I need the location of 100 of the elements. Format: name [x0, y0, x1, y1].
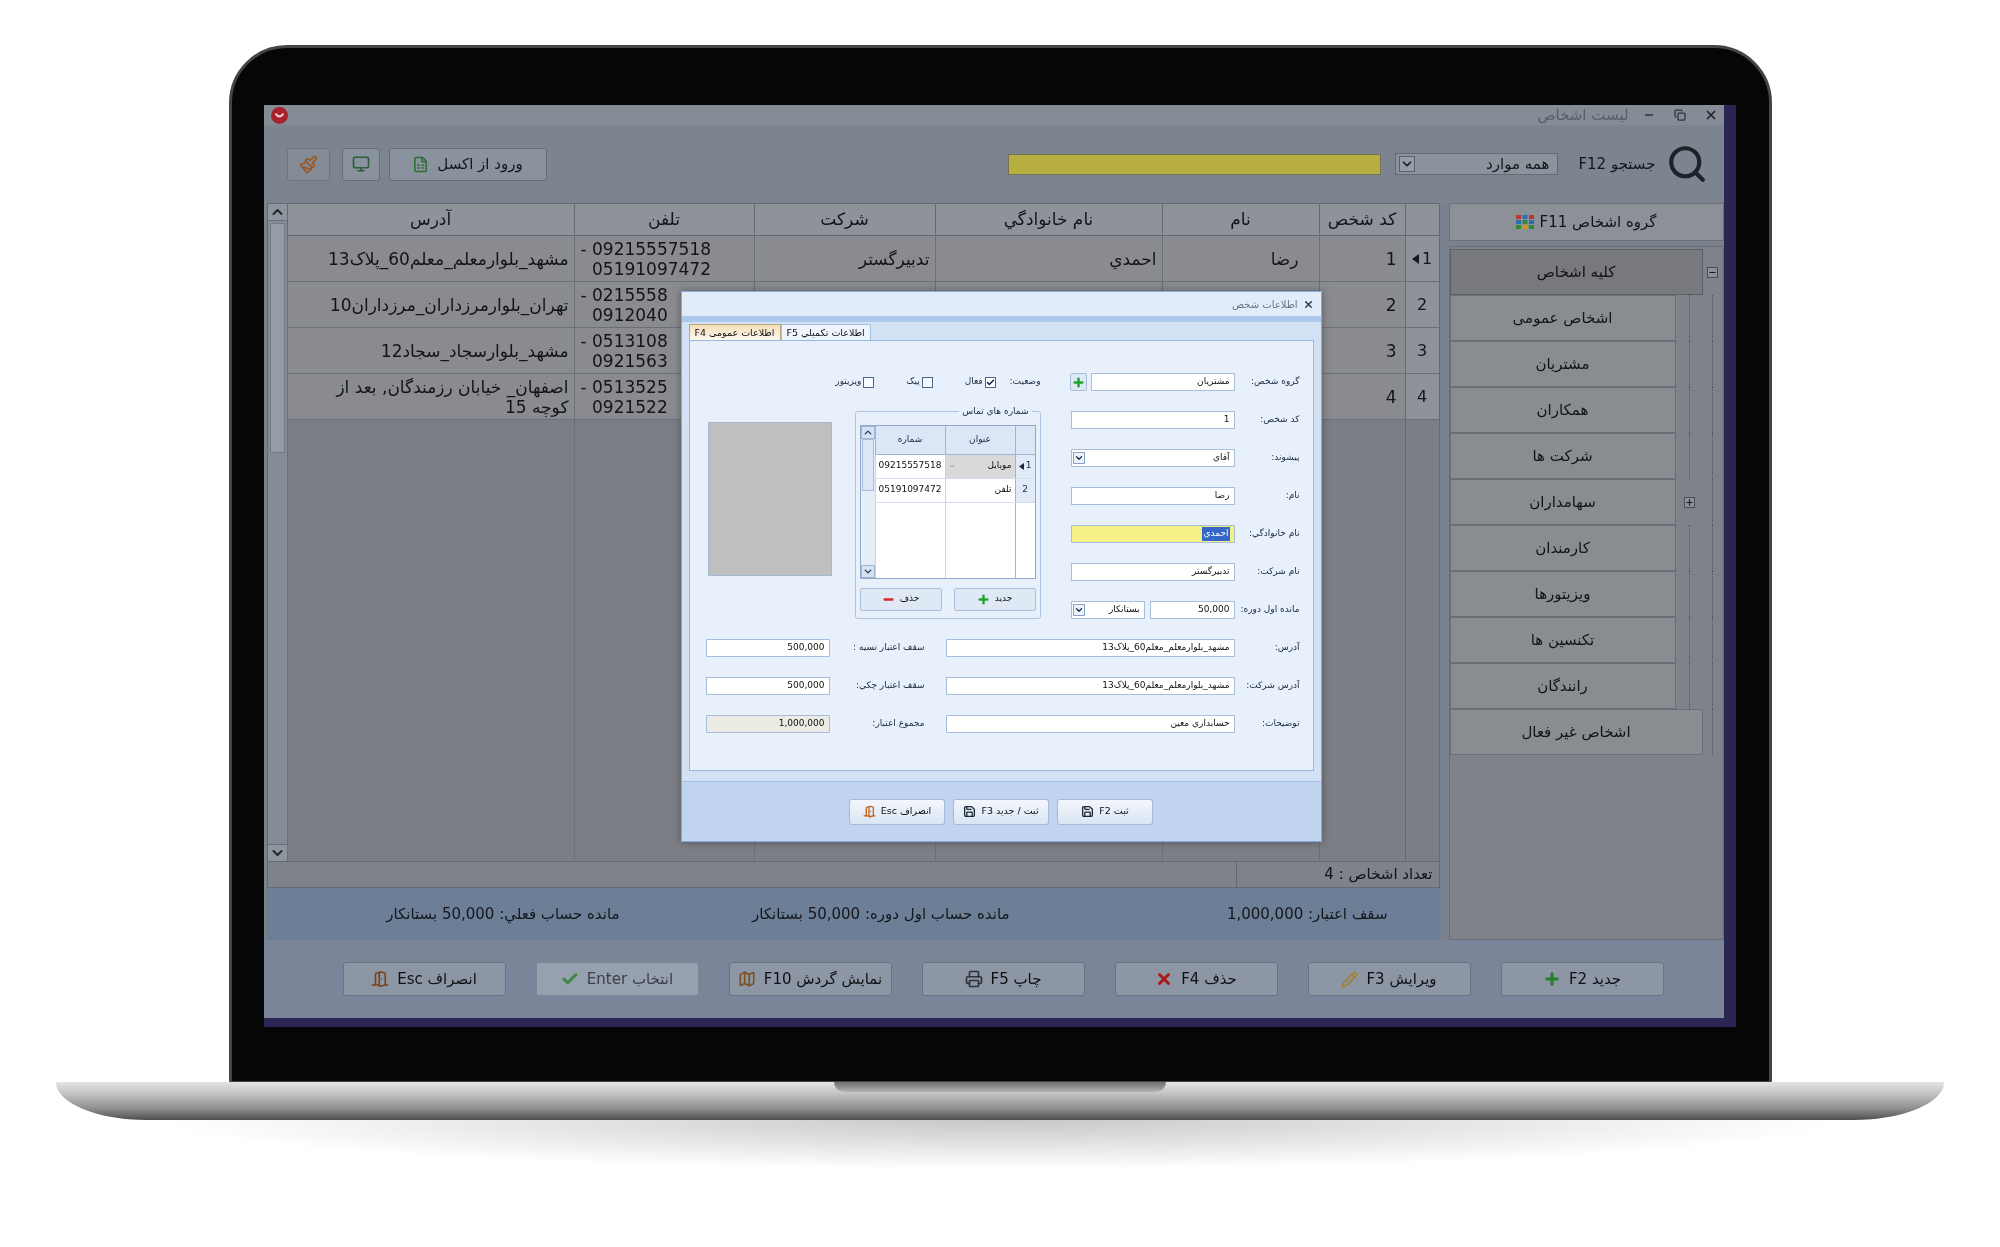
paintbrush-icon [298, 154, 318, 174]
input-field[interactable]: تدبيرگستر [1070, 563, 1235, 581]
summary-text: مانده حساب فعلي: 50,000 بستانکار [386, 903, 620, 926]
row-selector[interactable]: 2 [1014, 478, 1035, 502]
tree-item[interactable]: سهامداران [1449, 479, 1676, 525]
add-button[interactable]: جديد [953, 587, 1036, 611]
summary-text: مانده حساب اول دوره: 50,000 بستانکار [751, 903, 1010, 925]
tab[interactable]: اطلاعات تکميلي F5 [780, 324, 871, 340]
input-field[interactable]: رضا [1070, 487, 1235, 505]
new-button[interactable]: جديد F2 [1500, 962, 1664, 996]
column-header[interactable]: عنوان [944, 425, 1015, 454]
tree-item[interactable]: ويزيتورها [1449, 571, 1676, 617]
save-new-button[interactable]: ثبت / جديد F3 [953, 798, 1049, 825]
row-selector[interactable]: 4 [1404, 374, 1439, 419]
input-field[interactable]: مشتريان [1090, 373, 1235, 391]
dropdown[interactable]: بستانکار [1070, 601, 1145, 619]
field-label: مانده اول دوره: [1240, 603, 1300, 617]
add-button[interactable] [1069, 373, 1087, 391]
tree-item[interactable]: همکاران [1449, 387, 1676, 433]
tree-item[interactable]: رانندگان [1449, 663, 1676, 709]
scrollbar[interactable] [267, 204, 287, 861]
field-label: نام: [1285, 489, 1300, 503]
edit-button[interactable]: ويرايش F3 [1307, 962, 1471, 996]
row-selector[interactable]: 2 [1404, 282, 1439, 327]
input-field[interactable]: 50,000 [1149, 601, 1235, 619]
input-field[interactable]: احمدي [1070, 525, 1235, 543]
field-label: آدرس: [1274, 641, 1300, 655]
field-label: سقف اعتبار چکي: [855, 679, 925, 693]
print-button[interactable]: چاپ F5 [921, 962, 1085, 996]
plus-icon [1071, 375, 1085, 389]
chevron-down-icon [947, 462, 956, 470]
input-field[interactable]: 1,000,000 [705, 715, 830, 733]
cancel-button[interactable]: انصراف Esc [342, 962, 506, 996]
scroll-down-icon[interactable] [860, 564, 875, 578]
check-icon [985, 377, 995, 387]
scope-dropdown[interactable]: همه موارد [1395, 153, 1559, 175]
column-header[interactable]: شرکت [753, 204, 935, 235]
checkbox[interactable] [921, 376, 933, 388]
input-field[interactable]: 500,000 [705, 677, 830, 695]
tree-item[interactable]: کارمندان [1449, 525, 1676, 571]
remove-button[interactable]: حذف [859, 587, 942, 611]
restore-icon[interactable] [1673, 109, 1686, 121]
plus-box-icon[interactable] [1683, 496, 1695, 508]
search-field[interactable] [1008, 153, 1382, 175]
row-selector[interactable]: 1 [1404, 236, 1439, 281]
tab[interactable]: اطلاعات عمومی F4 [688, 324, 781, 340]
row-number: 1 [1025, 459, 1032, 473]
checkbox[interactable] [863, 376, 875, 388]
table-cell: - 0215558 0912040 [580, 284, 668, 325]
field-label: نام خانوادگي: [1249, 527, 1300, 541]
input-field[interactable]: مشهد_بلوارمعلم_معلم60_پلاک13 [945, 677, 1235, 695]
table-cell: 05191097472 [878, 483, 942, 497]
scroll-up-icon[interactable] [267, 204, 287, 221]
table-cell-text: موبايل [986, 459, 1012, 473]
column-header[interactable]: نام [1161, 204, 1319, 235]
scrollbar-thumb[interactable] [269, 223, 285, 453]
checkbox-label: فعال [964, 375, 983, 389]
scroll-up-icon[interactable] [860, 425, 875, 439]
grid-icon [1515, 215, 1534, 229]
row-selector[interactable]: 3 [1404, 328, 1439, 373]
field-label: سقف اعتبار نسيه : [853, 641, 925, 655]
dropdown[interactable]: آقاي [1070, 449, 1235, 467]
tree-item[interactable]: اشخاص غير فعال [1449, 709, 1703, 755]
import-button[interactable]: ورود از اکسل [388, 147, 547, 181]
input-field[interactable]: 1 [1070, 411, 1235, 429]
monitor-button[interactable] [341, 147, 380, 181]
input-field[interactable]: 500,000 [705, 639, 830, 657]
checkbox[interactable] [984, 376, 996, 388]
column-header[interactable]: کد شخص [1318, 204, 1405, 235]
tree-item[interactable]: تکنسين ها [1449, 617, 1676, 663]
input-field[interactable]: حسابداري معين [945, 715, 1235, 733]
scroll-down-icon[interactable] [267, 844, 287, 861]
minus-box-icon[interactable] [1707, 266, 1718, 278]
row-number: 4 [1416, 385, 1428, 408]
summary-text: سقف اعتبار: 1,000,000 [1226, 903, 1388, 925]
scrollbar[interactable] [860, 425, 875, 578]
column-header[interactable]: تلفن [573, 204, 754, 235]
close-icon[interactable] [1302, 298, 1314, 310]
table-cell-text: تلفن [993, 483, 1012, 497]
save-button[interactable]: ثبت F2 [1057, 798, 1153, 825]
tree-item[interactable]: شرکت ها [1449, 433, 1676, 479]
chevron-down-icon [1072, 604, 1085, 616]
table-cell: مشهد_بلوارسجاد_سجاد12 [380, 340, 569, 361]
row-number: 2 [1416, 293, 1428, 316]
column-header[interactable]: نام خانوادگي [934, 204, 1162, 235]
table-cell: - 09215557518 05191097472 [580, 238, 711, 279]
table-cell: 4 [1385, 386, 1397, 407]
history-button[interactable]: نمايش گردش F10 [728, 962, 892, 996]
table-cell: 09215557518 [878, 459, 942, 473]
monitor-icon [351, 155, 370, 173]
cancel-button[interactable]: انصراف Esc [849, 798, 945, 825]
input-field[interactable]: مشهد_بلوارمعلم_معلم60_پلاک13 [945, 639, 1235, 657]
tree-item[interactable]: مشتريان [1449, 341, 1676, 387]
tree-item[interactable]: کليه اشخاص [1449, 249, 1703, 295]
tree-item[interactable]: اشخاص عمومی [1449, 295, 1676, 341]
door-icon [862, 805, 876, 818]
row-number: 2 [1022, 483, 1028, 497]
door-icon [371, 970, 390, 988]
delete-button[interactable]: حذف F4 [1114, 962, 1278, 996]
scrollbar-thumb[interactable] [861, 438, 874, 491]
